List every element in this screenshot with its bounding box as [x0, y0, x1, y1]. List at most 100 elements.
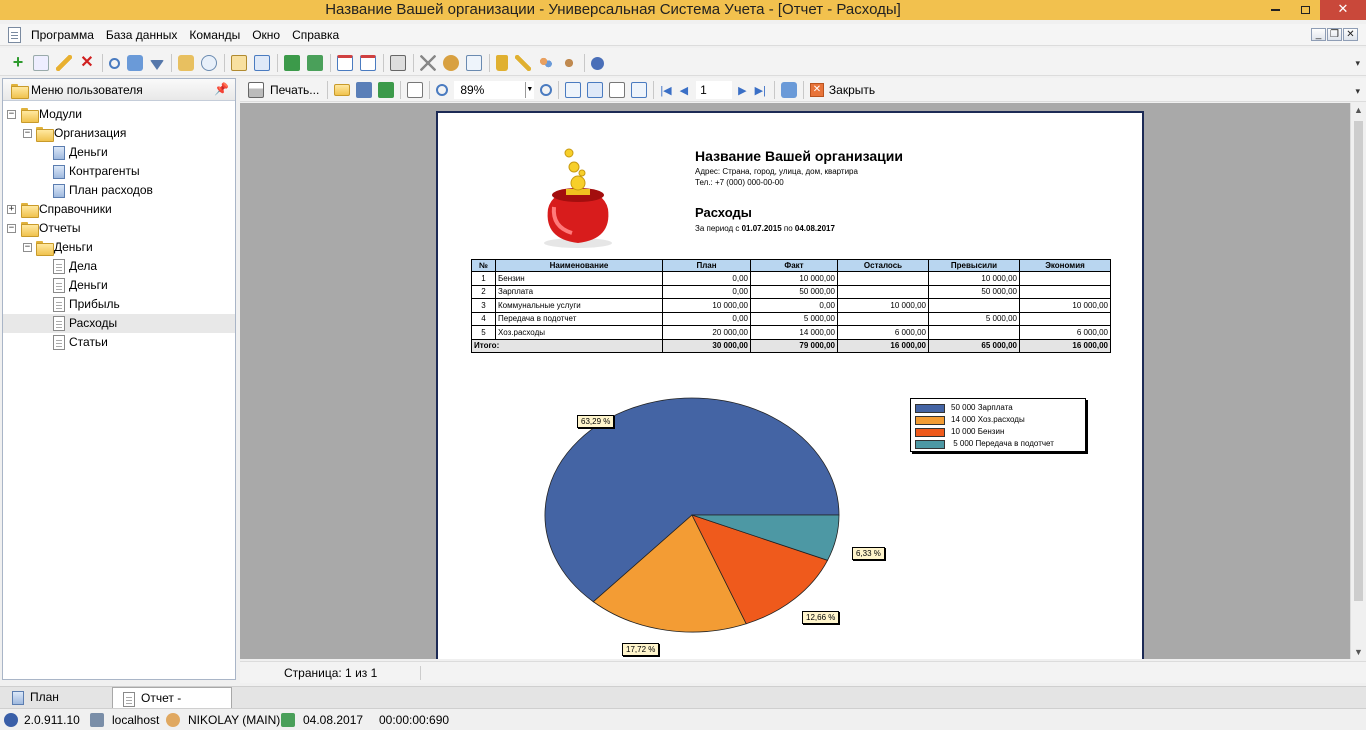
- key-icon[interactable]: [515, 55, 531, 71]
- scrollbar-thumb[interactable]: [1354, 121, 1363, 601]
- total-cell: 65 000,00: [928, 338, 1020, 353]
- about-icon[interactable]: [591, 56, 604, 70]
- zoom-select[interactable]: 89% ▼: [454, 81, 535, 99]
- expand-icon[interactable]: +: [7, 205, 16, 214]
- open-icon[interactable]: [334, 84, 351, 96]
- tree-item[interactable]: − Организация: [3, 124, 235, 143]
- close-window-icon[interactable]: [360, 55, 376, 71]
- close-report-button[interactable]: Закрыть: [829, 83, 875, 97]
- user-add-icon[interactable]: [178, 55, 194, 71]
- menu-window[interactable]: Окно: [246, 24, 286, 46]
- tree-item[interactable]: Контрагенты: [3, 162, 235, 181]
- tree-item[interactable]: − Отчеты: [3, 219, 235, 238]
- pin-icon[interactable]: 📌: [214, 82, 229, 96]
- menu-program[interactable]: Программа: [25, 24, 100, 46]
- menu-help[interactable]: Справка: [286, 24, 345, 46]
- mdi-close-button[interactable]: ✕: [1343, 28, 1358, 41]
- tree-item[interactable]: Деньги: [3, 143, 235, 162]
- thumbnails-icon[interactable]: [587, 82, 604, 98]
- toolbar-overflow-icon[interactable]: ▾: [1355, 58, 1360, 69]
- tree-item[interactable]: Дела: [3, 257, 235, 276]
- table-cell: 10 000,00: [837, 298, 929, 313]
- filter-icon[interactable]: [150, 59, 164, 70]
- edit-icon[interactable]: [56, 55, 72, 71]
- mdi-minimize-button[interactable]: _: [1311, 28, 1326, 41]
- report-toolbar-overflow-icon[interactable]: ▾: [1355, 86, 1360, 97]
- tree-item[interactable]: Прибыль: [3, 295, 235, 314]
- table-cell: 20 000,00: [662, 325, 751, 340]
- print-button[interactable]: Печать...: [270, 83, 319, 97]
- table-header-cell: Превысили: [928, 259, 1020, 272]
- collapse-icon[interactable]: −: [7, 224, 16, 233]
- scroll-down-icon[interactable]: ▼: [1354, 647, 1363, 657]
- import-icon[interactable]: [307, 55, 323, 71]
- tree-item-label: Расходы: [69, 316, 118, 330]
- zoom-out-icon[interactable]: [540, 84, 553, 96]
- export-excel-icon[interactable]: [284, 55, 300, 71]
- collapse-icon[interactable]: −: [23, 243, 32, 252]
- comment-icon[interactable]: [201, 55, 217, 71]
- status-host: localhost: [112, 713, 160, 727]
- tree-item-label: Модули: [39, 107, 82, 121]
- report-page: Название Вашей организации Адрес: Страна…: [436, 111, 1144, 659]
- collapse-icon[interactable]: −: [23, 129, 32, 138]
- notes-icon[interactable]: [466, 55, 482, 71]
- settings-icon[interactable]: [443, 55, 459, 71]
- tree-item[interactable]: Статьи: [3, 333, 235, 352]
- tools-icon[interactable]: [420, 55, 436, 71]
- delete-icon[interactable]: ✕: [79, 55, 95, 71]
- minimize-button[interactable]: [1260, 0, 1290, 20]
- collapse-icon[interactable]: −: [7, 110, 16, 119]
- tab-expense-plan[interactable]: План расходов: [2, 687, 110, 724]
- preview-vertical-scrollbar[interactable]: ▲ ▼: [1350, 103, 1366, 659]
- tree-item[interactable]: − Модули: [3, 105, 235, 124]
- new-window-icon[interactable]: [337, 55, 353, 71]
- user-settings-icon[interactable]: [561, 55, 577, 71]
- search-icon[interactable]: [109, 57, 120, 69]
- table-row: 4 Передача в подотчет 0,00 5 000,00 5 000,00: [471, 311, 1111, 326]
- page-setup-icon[interactable]: [609, 82, 626, 98]
- main-toolbar: + ✕ ▾: [0, 48, 1366, 76]
- tab-report-expenses[interactable]: Отчет - Расходы: [112, 687, 232, 725]
- scroll-up-icon[interactable]: ▲: [1354, 105, 1363, 115]
- close-window-button[interactable]: ✕: [1320, 0, 1366, 20]
- menu-database[interactable]: База данных: [100, 24, 183, 46]
- tree-item[interactable]: − Деньги: [3, 238, 235, 257]
- document-icon: [12, 691, 24, 705]
- tree-item[interactable]: Деньги: [3, 276, 235, 295]
- maximize-button[interactable]: [1290, 0, 1320, 20]
- refresh-icon[interactable]: [127, 55, 143, 71]
- close-report-icon[interactable]: ✕: [809, 83, 824, 97]
- add-icon[interactable]: +: [10, 53, 26, 71]
- previous-page-icon[interactable]: ◀: [680, 84, 688, 97]
- tree-structure-icon[interactable]: [254, 55, 270, 71]
- outline-icon[interactable]: [565, 82, 582, 98]
- table-row: 2 Зарплата 0,00 50 000,00 50 000,00: [471, 284, 1111, 299]
- reload-icon[interactable]: [780, 82, 797, 98]
- users-icon[interactable]: [538, 55, 554, 71]
- save-icon[interactable]: [356, 82, 373, 98]
- tree-item[interactable]: План расходов: [3, 181, 235, 200]
- next-page-icon[interactable]: ▶: [738, 84, 746, 97]
- menu-commands[interactable]: Команды: [183, 24, 246, 46]
- edit-report-icon[interactable]: [631, 82, 648, 98]
- tree-item[interactable]: + Справочники: [3, 200, 235, 219]
- table-cell: 50 000,00: [750, 284, 838, 299]
- table-row: 1 Бензин 0,00 10 000,00 10 000,00: [471, 271, 1111, 286]
- print-icon[interactable]: [390, 55, 406, 71]
- last-page-icon[interactable]: ▶|: [755, 84, 766, 97]
- mdi-restore-button[interactable]: ❐: [1327, 28, 1342, 41]
- find-icon[interactable]: [407, 82, 424, 98]
- copy-icon[interactable]: [33, 55, 49, 71]
- app-document-icon[interactable]: [8, 27, 21, 43]
- zoom-in-icon[interactable]: [436, 84, 449, 96]
- printer-icon[interactable]: [248, 82, 264, 98]
- table-cell: [837, 311, 929, 326]
- table-cell: 5 000,00: [750, 311, 838, 326]
- first-page-icon[interactable]: |◀: [660, 84, 671, 97]
- export-icon[interactable]: [378, 82, 395, 98]
- tree-item[interactable]: Расходы: [3, 314, 235, 333]
- tree-icon[interactable]: [231, 55, 247, 71]
- page-number-input[interactable]: 1: [696, 81, 733, 99]
- lock-icon[interactable]: [496, 55, 508, 71]
